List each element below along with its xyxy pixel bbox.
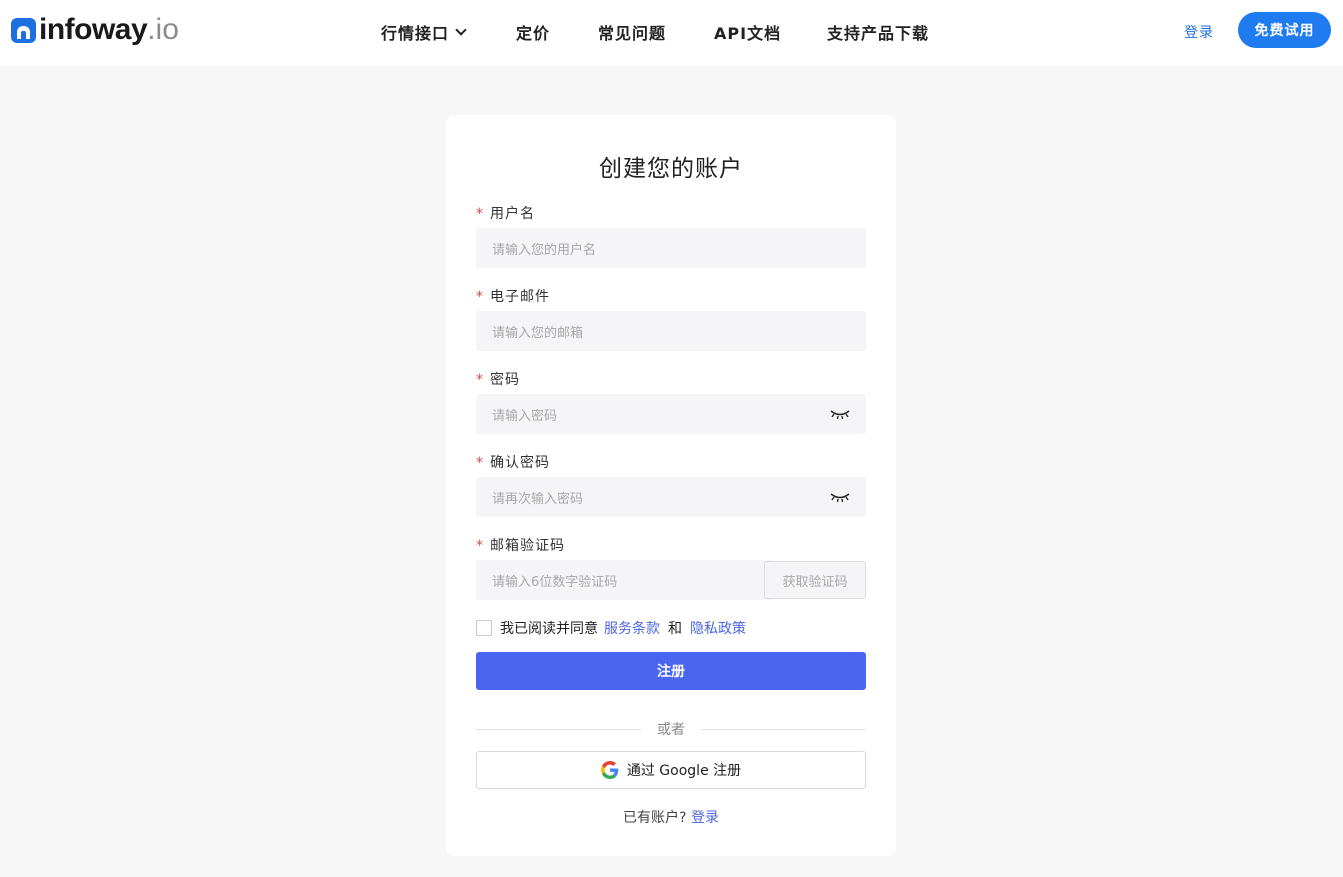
eye-closed-icon[interactable] [830, 408, 850, 420]
confirm-password-input[interactable]: 请再次输入密码 [476, 477, 866, 517]
required-mark: * [476, 455, 484, 471]
confirm-password-placeholder: 请再次输入密码 [492, 491, 584, 507]
password-input[interactable]: 请输入密码 [476, 394, 866, 434]
privacy-link[interactable]: 隐私政策 [690, 618, 746, 638]
eye-closed-icon[interactable] [830, 491, 850, 503]
email-input[interactable]: 请输入您的邮箱 [476, 311, 866, 351]
register-button[interactable]: 注册 [476, 652, 866, 690]
nav-label: 常见问题 [598, 24, 667, 43]
confirm-password-label: * 确认密码 [476, 452, 550, 472]
nav-label: 行情接口 [381, 24, 450, 43]
divider-line [701, 728, 866, 730]
logo-icon [11, 17, 36, 43]
nav-downloads[interactable]: 支持产品下载 [827, 20, 929, 44]
divider-line [476, 728, 641, 730]
required-mark: * [476, 206, 484, 222]
nav-api-docs[interactable]: API文档 [714, 20, 781, 44]
email-code-label: * 邮箱验证码 [476, 535, 565, 555]
google-icon [600, 761, 619, 779]
nav-faq[interactable]: 常见问题 [598, 20, 666, 44]
header-login-link[interactable]: 登录 [1184, 22, 1214, 42]
nav-pricing[interactable]: 定价 [516, 20, 550, 44]
logo-text: infoway [39, 13, 148, 46]
label-text: 用户名 [490, 206, 535, 222]
agree-text: 我已阅读并同意 [500, 621, 598, 637]
email-code-input[interactable]: 请输入6位数字验证码 [476, 560, 776, 600]
terms-link[interactable]: 服务条款 [604, 618, 660, 638]
top-header: infoway .io 行情接口 定价 常见问题 API文档 支持产品下载 登录… [0, 0, 1343, 66]
label-text: 密码 [490, 372, 520, 388]
required-mark: * [476, 372, 484, 388]
get-code-button[interactable]: 获取验证码 [764, 561, 866, 599]
label-text: 邮箱验证码 [490, 538, 565, 554]
username-placeholder: 请输入您的用户名 [492, 242, 597, 258]
logo-suffix: .io [147, 13, 179, 46]
email-placeholder: 请输入您的邮箱 [492, 325, 584, 341]
label-text: 电子邮件 [490, 289, 550, 305]
divider-text: 或者 [657, 722, 685, 738]
nav-label: 定价 [516, 24, 551, 43]
nav-label: 支持产品下载 [827, 24, 930, 43]
username-input[interactable]: 请输入您的用户名 [476, 228, 866, 268]
nav-market-api[interactable]: 行情接口 [381, 20, 467, 44]
required-mark: * [476, 289, 484, 305]
username-label: * 用户名 [476, 203, 535, 223]
signup-card: 创建您的账户 * 用户名 请输入您的用户名 * 电子邮件 请输入您的邮箱 * 密码 请… [446, 115, 896, 856]
chevron-down-icon [455, 23, 467, 36]
agree-checkbox[interactable] [476, 620, 492, 636]
google-signup-button[interactable]: 通过 Google 注册 [476, 751, 866, 789]
have-account-text: 已有账户? [623, 810, 687, 826]
label-text: 确认密码 [490, 455, 550, 471]
or-divider: 或者 [476, 719, 866, 739]
email-label: * 电子邮件 [476, 286, 550, 306]
password-placeholder: 请输入密码 [492, 408, 558, 424]
nav-label: API文档 [714, 24, 782, 43]
required-mark: * [476, 538, 484, 554]
page-title: 创建您的账户 [599, 156, 743, 182]
password-label: * 密码 [476, 369, 520, 389]
brand-logo[interactable]: infoway .io [11, 13, 179, 47]
terms-agreement: 我已阅读并同意 服务条款 和 隐私政策 [476, 618, 752, 638]
google-label: 通过 Google 注册 [626, 763, 742, 779]
and-text: 和 [668, 621, 682, 637]
email-code-placeholder: 请输入6位数字验证码 [492, 574, 618, 590]
free-trial-button[interactable]: 免费试用 [1238, 12, 1331, 48]
login-link[interactable]: 登录 [691, 810, 719, 826]
have-account-line: 已有账户? 登录 [446, 807, 896, 827]
